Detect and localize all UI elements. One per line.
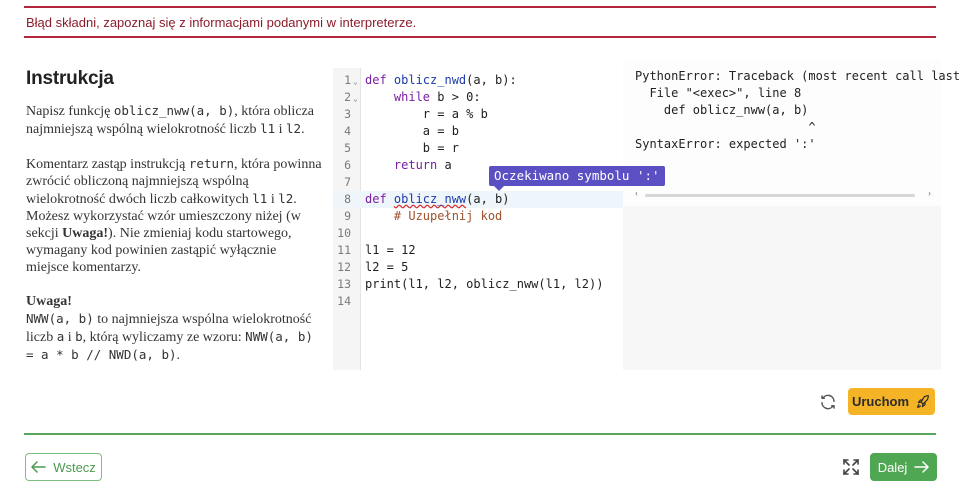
footer-divider [24, 433, 936, 435]
bold-text: Uwaga! [62, 226, 109, 241]
output-text: PythonError: Traceback (most recent call… [635, 68, 960, 153]
line-number: 11 [337, 243, 351, 257]
code-text: l1 = 12 [365, 243, 416, 257]
fullscreen-button[interactable] [840, 456, 862, 478]
run-button-label: Uruchom [851, 394, 910, 409]
code-text: a = b [422, 124, 459, 138]
function-name: oblicz_nwd [393, 73, 467, 87]
code-text: b = r [422, 141, 459, 155]
output-line: ^ [635, 120, 816, 134]
text: , którą wyliczamy ze wzoru: [82, 330, 246, 345]
line-number: 7 [344, 175, 351, 189]
arrow-right-icon [914, 461, 930, 473]
line-number: 3 [344, 107, 351, 121]
line-number: 6 [344, 158, 351, 172]
text: i [275, 122, 287, 137]
inline-code: oblicz_nww(a, b) [113, 103, 235, 118]
text: i [267, 192, 279, 207]
code-text: (a, b) [466, 192, 510, 206]
output-line: SyntaxError: expected ':' [635, 137, 816, 151]
keyword: def [365, 73, 394, 87]
code-line[interactable]: 13 print(l1, l2, oblicz_nww(l1, l2)) [333, 276, 623, 293]
back-button[interactable]: Wstecz [25, 453, 102, 481]
output-line: def oblicz_nww(a, b) [635, 103, 809, 117]
keyword: def [365, 192, 394, 206]
code-line[interactable]: 1 ⌄ def oblicz_nwd(a, b): [333, 72, 623, 89]
instructions-note: Uwaga! NWW(a, b) to najmniejsza wspólna … [26, 293, 322, 364]
inline-code: b [75, 329, 83, 344]
code-line[interactable]: 11 l1 = 12 [333, 242, 623, 259]
next-button-label: Dalej [877, 459, 908, 475]
fold-chevron-icon[interactable]: ⌄ [353, 73, 358, 90]
output-line: PythonError: Traceback (most recent call… [635, 69, 960, 83]
code-line[interactable]: 12 l2 = 5 [333, 259, 623, 276]
output-line: File "<exec>", line 8 [635, 86, 802, 100]
output-scrollbar[interactable]: ‹ › [635, 188, 931, 198]
line-number: 13 [337, 277, 351, 291]
code-line[interactable]: 3 r = a % b [333, 106, 623, 123]
rocket-icon [917, 394, 929, 408]
instructions-paragraph-1: Napisz funkcję oblicz_nww(a, b), która o… [26, 102, 322, 138]
inline-code: return [188, 156, 235, 171]
interpreter-output-panel: PythonError: Traceback (most recent call… [623, 60, 960, 370]
code-line[interactable]: 4 a = b [333, 123, 623, 140]
text: Komentarz zastąp instrukcją [26, 157, 189, 172]
line-number: 1 [344, 73, 351, 87]
text: . [301, 122, 305, 137]
instructions-panel: Instrukcja Napisz funkcję oblicz_nww(a, … [26, 68, 322, 381]
keyword: return [393, 158, 438, 172]
line-number: 2 [344, 90, 351, 104]
error-message: Błąd składni, zapoznaj się z informacjam… [26, 14, 417, 30]
code-line[interactable]: 2 ⌄ while b > 0: [333, 89, 623, 106]
run-button[interactable]: Uruchom [848, 388, 935, 415]
text: . [176, 348, 181, 363]
code-text: b > 0: [430, 90, 481, 104]
error-banner: Błąd składni, zapoznaj się z informacjam… [24, 6, 936, 38]
inline-code: l1 [260, 121, 276, 136]
fold-chevron-icon[interactable]: ⌄ [353, 90, 358, 107]
code-comment: # Uzupełnij kod [393, 209, 503, 223]
code-text: (a, b): [466, 73, 517, 87]
instructions-paragraph-2: Komentarz zastąp instrukcją return, któr… [26, 155, 322, 276]
keyword: while [393, 90, 431, 104]
syntax-error-tooltip: Oczekiwano symbolu ':' [489, 166, 665, 191]
expand-icon [843, 459, 859, 475]
refresh-icon [821, 394, 835, 410]
scroll-left-icon[interactable]: ‹ [635, 188, 638, 198]
code-editor[interactable]: 1 ⌄ def oblicz_nwd(a, b): 2 ⌄ while b > … [333, 68, 623, 370]
scrollbar-thumb[interactable] [645, 194, 915, 197]
code-text: a [437, 158, 452, 172]
code-text: print(l1, l2, oblicz_nww(l1, l2)) [365, 277, 604, 291]
line-number: 12 [337, 260, 351, 274]
line-number: 4 [344, 124, 351, 138]
code-line[interactable]: 10 [333, 225, 623, 242]
line-number: 8 [344, 192, 351, 206]
scroll-right-icon[interactable]: › [928, 188, 931, 198]
line-number: 10 [337, 226, 351, 240]
code-text: r = a % b [422, 107, 488, 121]
code-line[interactable]: 5 b = r [333, 140, 623, 157]
inline-code: l2 [286, 121, 302, 136]
next-button[interactable]: Dalej [870, 453, 937, 481]
arrow-left-icon [31, 461, 46, 473]
line-number: 9 [344, 209, 351, 223]
code-line-active[interactable]: 8 def oblicz_nww(a, b) [333, 191, 623, 208]
instructions-title: Instrukcja [26, 68, 114, 89]
code-line[interactable]: 9 # Uzupełnij kod [333, 208, 623, 225]
reset-code-button[interactable] [815, 389, 841, 415]
inline-code: NWW(a, b) [26, 311, 94, 326]
code-line[interactable]: 14 [333, 293, 623, 310]
line-number: 14 [337, 294, 351, 308]
inline-code: l1 [252, 191, 268, 206]
back-button-label: Wstecz [53, 459, 96, 475]
text: Napisz funkcję [26, 104, 114, 119]
inline-code: l2 [278, 191, 294, 206]
function-name-error: oblicz_nww [393, 192, 467, 206]
line-number: 5 [344, 141, 351, 155]
text: i [64, 330, 76, 345]
code-text: l2 = 5 [365, 260, 409, 274]
note-title: Uwaga! [26, 294, 72, 309]
